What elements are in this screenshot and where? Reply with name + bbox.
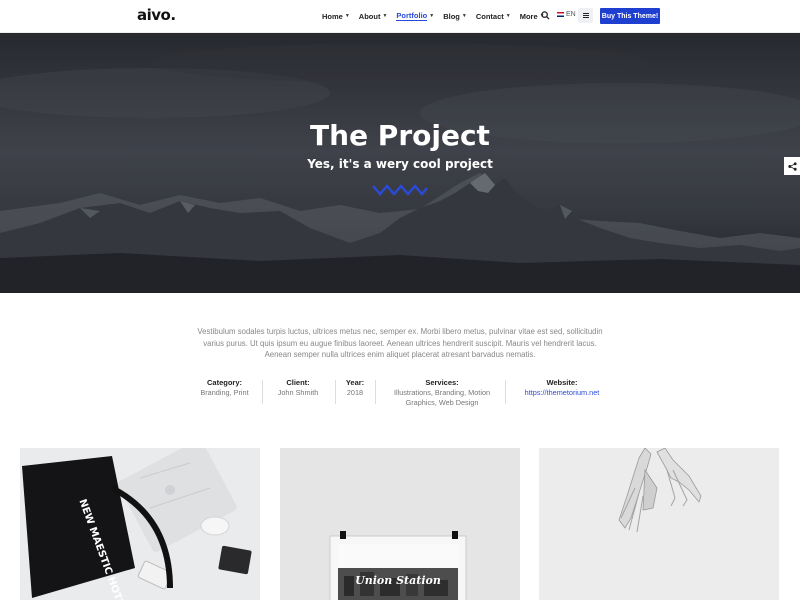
chevron-down-icon: ▼ — [382, 13, 388, 19]
zigzag-divider-icon — [372, 184, 428, 196]
page-subtitle: Yes, it's a wery cool project — [307, 157, 493, 171]
nav-more-label: More — [519, 11, 538, 21]
meta-year-key: Year: — [345, 378, 365, 387]
flag-icon — [557, 12, 564, 17]
nav-contact-label: Contact — [475, 11, 504, 21]
nav-contact[interactable]: Contact ▼ — [476, 12, 511, 21]
language-switcher[interactable]: EN — [557, 11, 576, 18]
meta-client: Client: John Shmith — [263, 378, 333, 398]
meta-divider — [505, 380, 506, 404]
share-button[interactable] — [784, 157, 800, 175]
gallery-image-hands[interactable] — [539, 448, 779, 600]
meta-services-key: Services: — [425, 378, 459, 387]
project-meta: Category: Branding, Print Client: John S… — [187, 378, 617, 410]
nav-portfolio-label: Portfolio — [396, 11, 428, 21]
hamburger-icon — [582, 15, 589, 16]
meta-category: Category: Branding, Print — [187, 378, 262, 398]
poster-text: Union Station — [355, 574, 441, 587]
meta-services-value: Illustrations, Branding, Motion Graphics… — [393, 388, 491, 407]
meta-year: Year: 2018 — [336, 378, 374, 398]
nav-portfolio[interactable]: Portfolio ▼ — [396, 11, 434, 21]
nav-about-label: About — [358, 11, 381, 21]
tote-bag-image: NEW MAESTIC HOTEL — [20, 448, 260, 600]
project-description: Vestibulum sodales turpis luctus, ultric… — [197, 327, 603, 359]
nav-home[interactable]: Home ▼ — [322, 12, 350, 21]
share-icon — [787, 161, 797, 171]
nav-about[interactable]: About ▼ — [359, 12, 388, 21]
nav-home-label: Home — [322, 11, 343, 21]
poster-image: Union Station — [280, 448, 520, 600]
gallery-image-poster[interactable]: Union Station — [280, 448, 520, 600]
meta-category-key: Category: — [206, 378, 242, 387]
chevron-down-icon: ▼ — [505, 13, 511, 19]
hamburger-menu-button[interactable] — [578, 8, 593, 23]
chevron-down-icon: ▼ — [344, 13, 350, 19]
gallery-image-tote-bag[interactable]: NEW MAESTIC HOTEL — [20, 448, 260, 600]
meta-category-value: Branding, Print — [200, 388, 249, 397]
search-icon[interactable] — [541, 11, 550, 20]
language-label: EN — [566, 11, 576, 18]
chevron-down-icon: ▼ — [461, 13, 467, 19]
hero-banner: The Project Yes, it's a wery cool projec… — [0, 33, 800, 293]
hands-image — [539, 448, 779, 600]
nav-blog[interactable]: Blog ▼ — [443, 12, 467, 21]
buy-theme-button[interactable]: Buy This Theme! — [600, 8, 660, 24]
site-header: aivo. Home ▼ About ▼ Portfolio ▼ Blog ▼ Cont… — [0, 0, 800, 33]
meta-client-key: Client: — [286, 378, 310, 387]
meta-divider — [375, 380, 376, 404]
main-nav: Home ▼ About ▼ Portfolio ▼ Blog ▼ Contact ▼ M… — [322, 11, 554, 21]
meta-services: Services: Illustrations, Branding, Motio… — [387, 378, 497, 408]
page-title: The Project — [310, 119, 490, 152]
meta-client-value: John Shmith — [277, 388, 319, 397]
nav-blog-label: Blog — [443, 11, 460, 21]
meta-website: Website: https://themetorium.net — [512, 378, 612, 398]
meta-website-key: Website: — [546, 378, 578, 387]
logo[interactable]: aivo. — [137, 6, 176, 24]
chevron-down-icon: ▼ — [429, 13, 435, 19]
website-link[interactable]: https://themetorium.net — [512, 388, 612, 398]
meta-year-value: 2018 — [346, 388, 364, 397]
